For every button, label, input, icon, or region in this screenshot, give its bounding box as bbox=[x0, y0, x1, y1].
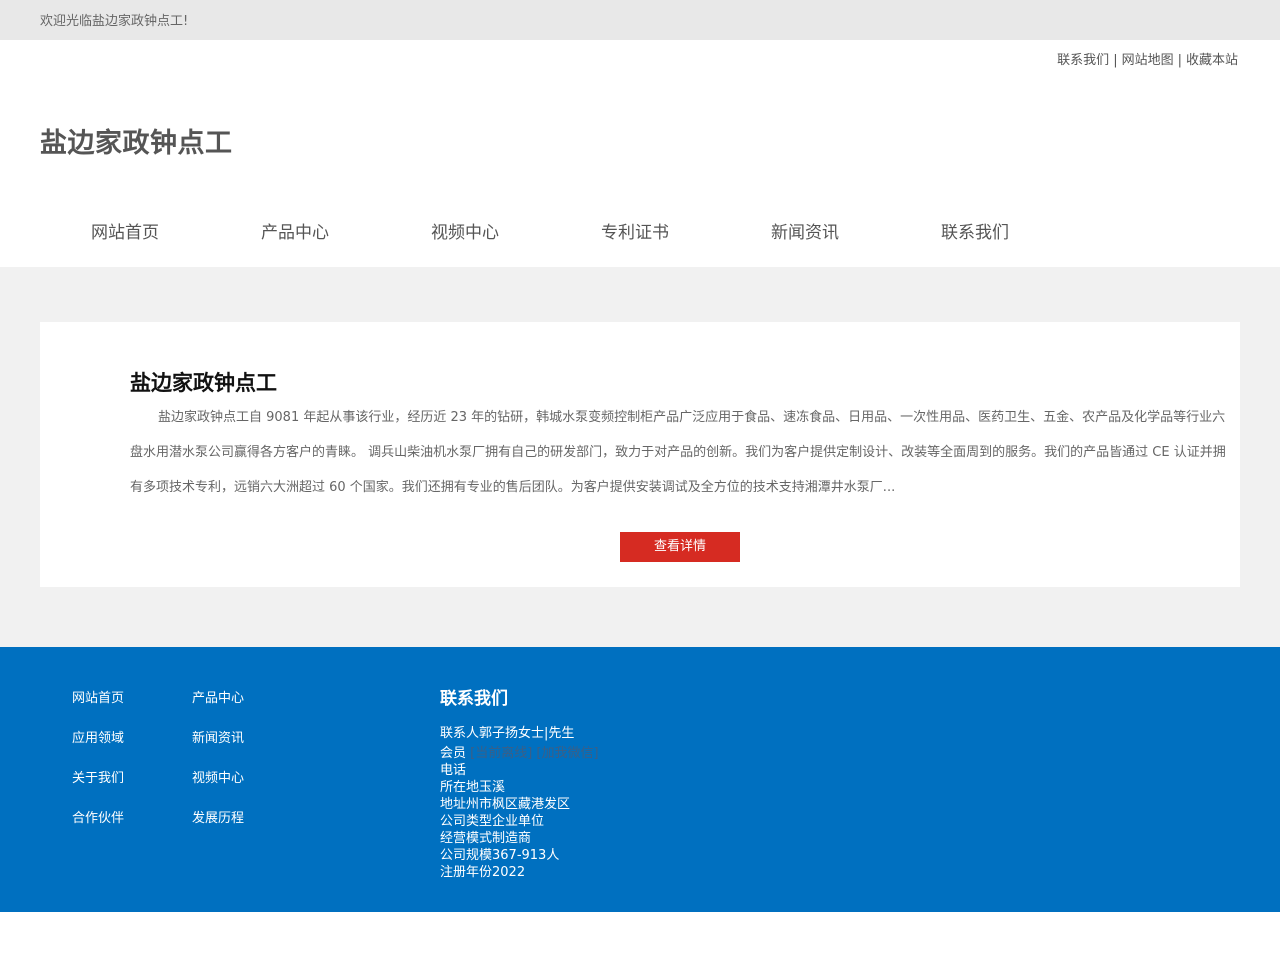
info-row-phone: 电话 bbox=[440, 763, 467, 778]
footer: 网站首页 应用领域 关于我们 合作伙伴 产品中心 新闻资讯 视频中心 发展历程 … bbox=[0, 647, 1280, 912]
top-bar: 欢迎光临盐边家政钟点工! bbox=[0, 0, 1280, 40]
footer-link-products[interactable]: 产品中心 bbox=[192, 687, 244, 706]
footer-link-about[interactable]: 关于我们 bbox=[72, 767, 124, 786]
footer-contact-info: 会员 [当前离线] [加我微信] 电话 所在地玉溪 地址州市枫区藏港发区 公司类… bbox=[440, 745, 599, 881]
nav-item-news[interactable]: 新闻资讯 bbox=[720, 200, 890, 267]
member-row: 会员 [当前离线] [加我微信] bbox=[440, 745, 599, 762]
nav-item-home[interactable]: 网站首页 bbox=[40, 200, 210, 267]
footer-contact-title: 联系我们 bbox=[440, 689, 508, 709]
footer-contact-person: 联系人郭子扬女士|先生 bbox=[440, 726, 575, 741]
nav-item-contact[interactable]: 联系我们 bbox=[890, 200, 1060, 267]
footer-link-applications[interactable]: 应用领域 bbox=[72, 727, 124, 746]
info-row-company-size: 公司规模367-913人 bbox=[440, 848, 560, 863]
info-row-company-type: 公司类型企业单位 bbox=[440, 814, 545, 829]
view-details-button[interactable]: 查看详情 bbox=[620, 532, 740, 562]
footer-link-videos[interactable]: 视频中心 bbox=[192, 767, 244, 786]
info-row-location: 所在地玉溪 bbox=[440, 780, 506, 795]
nav-item-products[interactable]: 产品中心 bbox=[210, 200, 380, 267]
header-link-separator: | bbox=[1177, 53, 1182, 68]
footer-link-partners[interactable]: 合作伙伴 bbox=[72, 807, 124, 826]
info-row-registration-year: 注册年份2022 bbox=[440, 865, 526, 880]
info-row-business-model: 经营模式制造商 bbox=[440, 831, 532, 846]
intro-description: 盐边家政钟点工自 9081 年起从事该行业，经历近 23 年的钻研，韩城水泵变频… bbox=[130, 410, 1226, 495]
header-link-sitemap[interactable]: 网站地图 bbox=[1122, 53, 1174, 68]
header-link-bookmark[interactable]: 收藏本站 bbox=[1186, 53, 1238, 68]
info-row-address: 地址州市枫区藏港发区 bbox=[440, 797, 571, 812]
nav-item-patents[interactable]: 专利证书 bbox=[550, 200, 720, 267]
header-links: 联系我们 | 网站地图 | 收藏本站 bbox=[1057, 49, 1238, 68]
header-link-separator: | bbox=[1113, 53, 1118, 68]
nav-item-videos[interactable]: 视频中心 bbox=[380, 200, 550, 267]
site-logo[interactable]: 盐边家政钟点工 bbox=[40, 121, 233, 160]
intro-card: 盐边家政钟点工 盐边家政钟点工自 9081 年起从事该行业，经历近 23 年的钻… bbox=[40, 322, 1240, 587]
intro-title: 盐边家政钟点工 bbox=[130, 371, 277, 395]
header-link-contact[interactable]: 联系我们 bbox=[1057, 53, 1109, 68]
footer-link-home[interactable]: 网站首页 bbox=[72, 687, 124, 706]
welcome-text: 欢迎光临盐边家政钟点工! bbox=[40, 14, 189, 29]
footer-link-history[interactable]: 发展历程 bbox=[192, 807, 244, 826]
main-nav: 网站首页 产品中心 视频中心 专利证书 新闻资讯 联系我们 bbox=[40, 200, 1240, 267]
member-label: 会员 bbox=[440, 746, 467, 761]
member-status-links[interactable]: [当前离线] [加我微信] bbox=[470, 746, 598, 761]
footer-link-news[interactable]: 新闻资讯 bbox=[192, 727, 244, 746]
